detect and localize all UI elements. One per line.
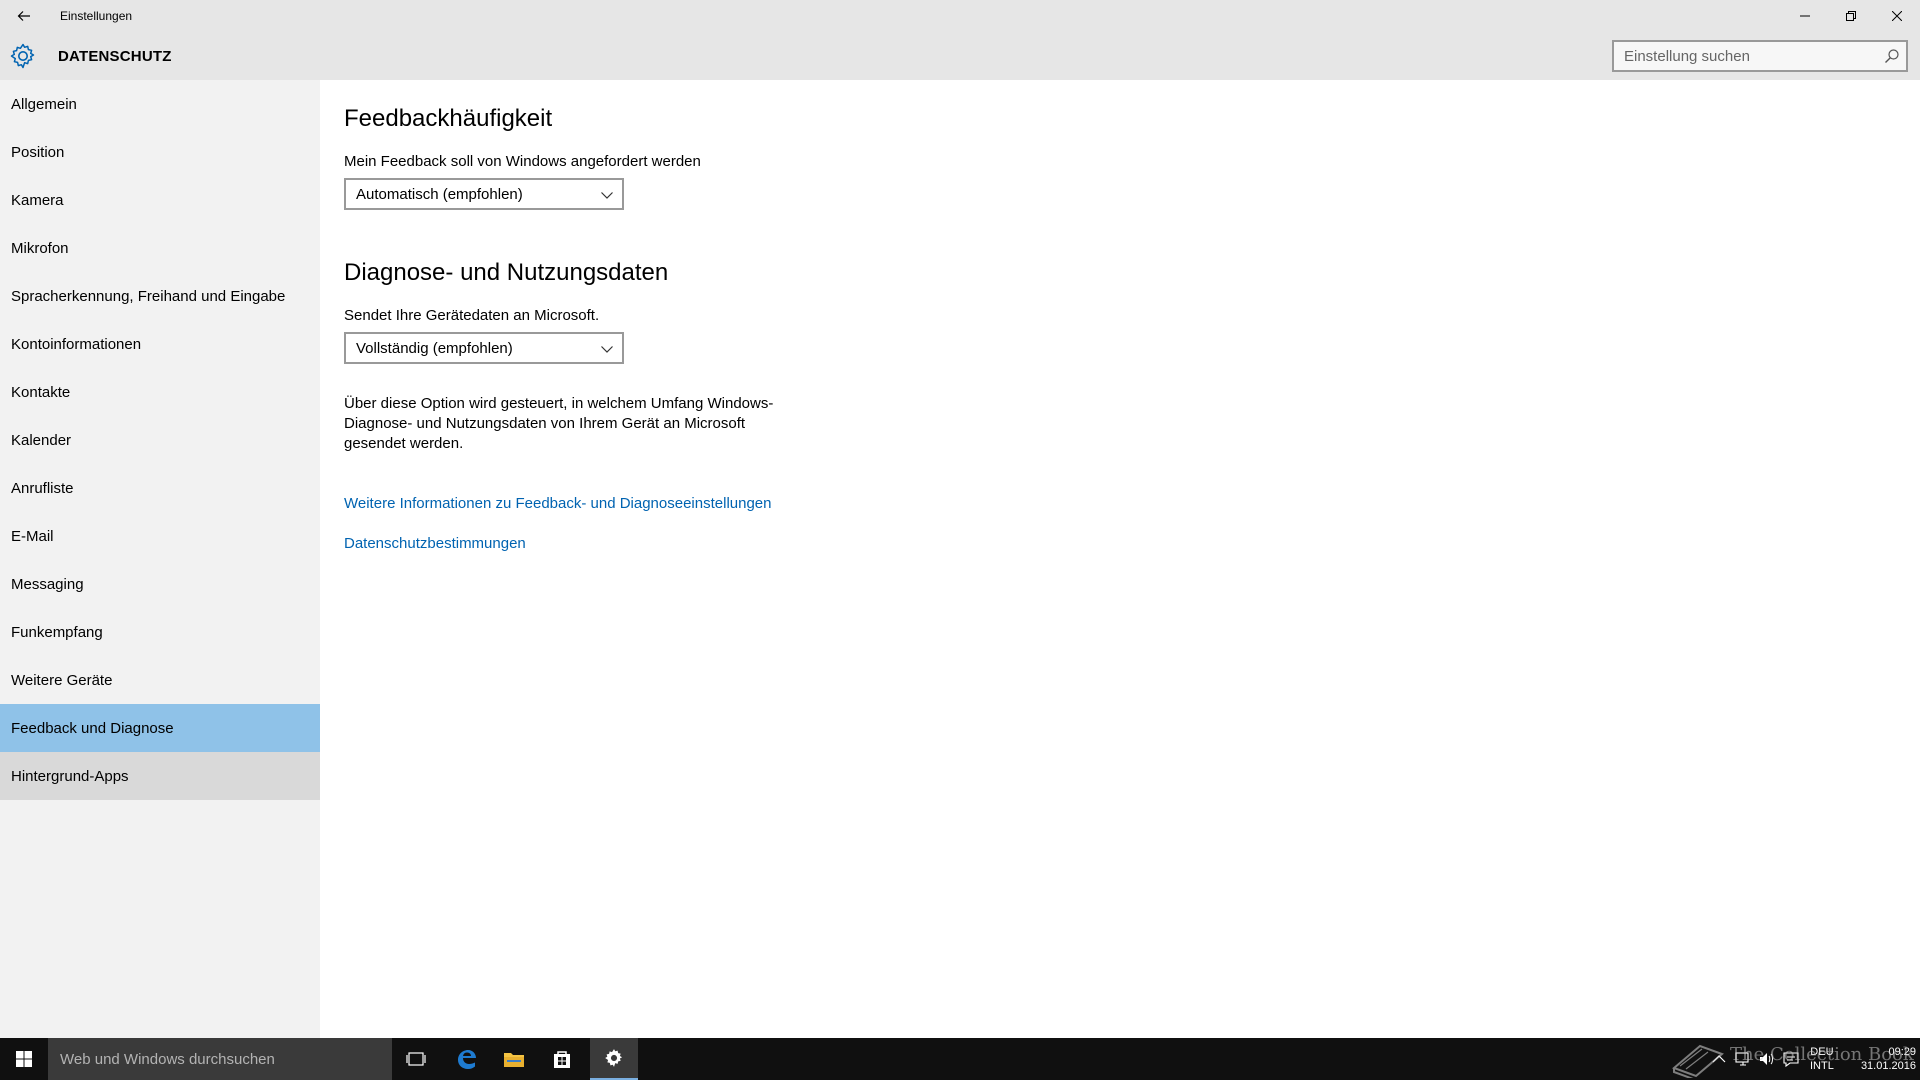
- sidebar-item-label: Messaging: [11, 575, 84, 593]
- sidebar-item-label: Feedback und Diagnose: [11, 719, 174, 737]
- gear-icon: [605, 1049, 623, 1067]
- edge-icon: [458, 1050, 476, 1069]
- sidebar-item-kalender[interactable]: Kalender: [0, 416, 320, 464]
- sidebar-item-allgemein[interactable]: Allgemein: [0, 80, 320, 128]
- settings-header: DATENSCHUTZ: [0, 32, 1920, 80]
- sidebar-item-label: Position: [11, 143, 65, 161]
- sidebar-item-label: Weitere Geräte: [11, 671, 113, 689]
- gear-icon: [10, 43, 35, 69]
- sidebar-item-kontoinformationen[interactable]: Kontoinformationen: [0, 320, 320, 368]
- sidebar-item-label: Mikrofon: [11, 239, 69, 257]
- sidebar-item-label: E-Mail: [11, 527, 54, 545]
- feedback-frequency-dropdown[interactable]: Automatisch (empfohlen): [344, 178, 624, 210]
- taskbar-search-input[interactable]: [48, 1038, 392, 1080]
- input-language-indicator[interactable]: DEU INTL: [1810, 1045, 1834, 1073]
- sidebar-item-position[interactable]: Position: [0, 128, 320, 176]
- clock-time: 09:29: [1888, 1046, 1916, 1058]
- dropdown-value: Vollständig (empfohlen): [356, 339, 513, 357]
- sidebar-item-messaging[interactable]: Messaging: [0, 560, 320, 608]
- restore-button[interactable]: [1828, 0, 1874, 32]
- diagnostics-heading: Diagnose- und Nutzungsdaten: [344, 259, 669, 286]
- privacy-link[interactable]: Datenschutzbestimmungen: [344, 535, 526, 552]
- search-icon[interactable]: [1884, 48, 1900, 64]
- network-icon[interactable]: [1734, 1050, 1752, 1068]
- close-icon: [1892, 11, 1902, 21]
- sidebar-item-feedback-diagnose[interactable]: Feedback und Diagnose: [0, 704, 320, 752]
- sidebar-item-weitere-geraete[interactable]: Weitere Geräte: [0, 656, 320, 704]
- minimize-button[interactable]: [1782, 0, 1828, 32]
- settings-taskbar-button[interactable]: [590, 1038, 638, 1080]
- restore-icon: [1846, 11, 1856, 21]
- chevron-down-icon: [601, 192, 613, 199]
- sidebar-item-kamera[interactable]: Kamera: [0, 176, 320, 224]
- folder-icon: [504, 1053, 524, 1067]
- feedback-heading: Feedbackhäufigkeit: [344, 105, 553, 132]
- main-content: Feedbackhäufigkeit Mein Feedback soll vo…: [320, 80, 1920, 1038]
- clock-date: 31.01.2016: [1860, 1060, 1916, 1072]
- language-code: DEU: [1810, 1046, 1834, 1058]
- task-view-button[interactable]: [392, 1038, 440, 1080]
- feedback-label: Mein Feedback soll von Windows angeforde…: [344, 153, 701, 170]
- sidebar-item-label: Allgemein: [11, 95, 77, 113]
- sidebar-item-email[interactable]: E-Mail: [0, 512, 320, 560]
- start-button[interactable]: [0, 1038, 48, 1080]
- sidebar-item-funkempfang[interactable]: Funkempfang: [0, 608, 320, 656]
- clock[interactable]: 09:29 31.01.2016: [1846, 1045, 1916, 1073]
- edge-button[interactable]: [442, 1038, 490, 1080]
- windows-logo-icon: [16, 1051, 32, 1067]
- keyboard-layout: INTL: [1810, 1060, 1834, 1072]
- diagnostics-description: Über diese Option wird gesteuert, in wel…: [344, 395, 774, 452]
- sidebar-item-label: Kalender: [11, 431, 72, 449]
- sidebar-item-spracherkennung[interactable]: Spracherkennung, Freihand und Eingabe: [0, 272, 320, 320]
- sidebar-item-label: Spracherkennung, Freihand und Eingabe: [11, 287, 286, 305]
- taskbar-search[interactable]: [48, 1038, 392, 1080]
- sidebar-item-label: Kamera: [11, 191, 64, 209]
- sidebar-item-label: Funkempfang: [11, 623, 103, 641]
- store-icon: [554, 1051, 570, 1068]
- more-info-link[interactable]: Weitere Informationen zu Feedback- und D…: [344, 495, 772, 512]
- title-bar: Einstellungen: [0, 0, 1920, 32]
- chevron-down-icon: [601, 346, 613, 353]
- chevron-up-icon[interactable]: [1710, 1050, 1728, 1068]
- sidebar-item-label: Kontakte: [11, 383, 71, 401]
- page-title: DATENSCHUTZ: [58, 48, 172, 65]
- sidebar-item-anrufliste[interactable]: Anrufliste: [0, 464, 320, 512]
- sidebar-item-hintergrund-apps[interactable]: Hintergrund-Apps: [0, 752, 320, 800]
- search-input[interactable]: [1614, 42, 1878, 70]
- file-explorer-button[interactable]: [490, 1038, 538, 1080]
- task-view-icon: [406, 1052, 426, 1066]
- minimize-icon: [1800, 15, 1810, 17]
- taskbar: DEU INTL 09:29 31.01.2016: [0, 1038, 1920, 1080]
- sidebar-item-label: Anrufliste: [11, 479, 74, 497]
- app-title: Einstellungen: [60, 9, 133, 23]
- back-button[interactable]: [8, 0, 40, 32]
- settings-search[interactable]: [1612, 40, 1908, 72]
- store-button[interactable]: [538, 1038, 586, 1080]
- volume-icon[interactable]: [1758, 1050, 1776, 1068]
- dropdown-value: Automatisch (empfohlen): [356, 185, 523, 203]
- sidebar-item-label: Kontoinformationen: [11, 335, 142, 353]
- sidebar-item-label: Hintergrund-Apps: [11, 767, 129, 785]
- sidebar-item-kontakte[interactable]: Kontakte: [0, 368, 320, 416]
- close-button[interactable]: [1874, 0, 1920, 32]
- sidebar-item-mikrofon[interactable]: Mikrofon: [0, 224, 320, 272]
- notification-icon[interactable]: [1782, 1050, 1800, 1068]
- sidebar: Allgemein Position Kamera Mikrofon Sprac…: [0, 80, 320, 1038]
- diagnostics-label: Sendet Ihre Gerätedaten an Microsoft.: [344, 307, 600, 324]
- back-arrow-icon: [17, 11, 30, 21]
- system-tray: DEU INTL 09:29 31.01.2016: [1700, 1038, 1920, 1080]
- diagnostics-level-dropdown[interactable]: Vollständig (empfohlen): [344, 332, 624, 364]
